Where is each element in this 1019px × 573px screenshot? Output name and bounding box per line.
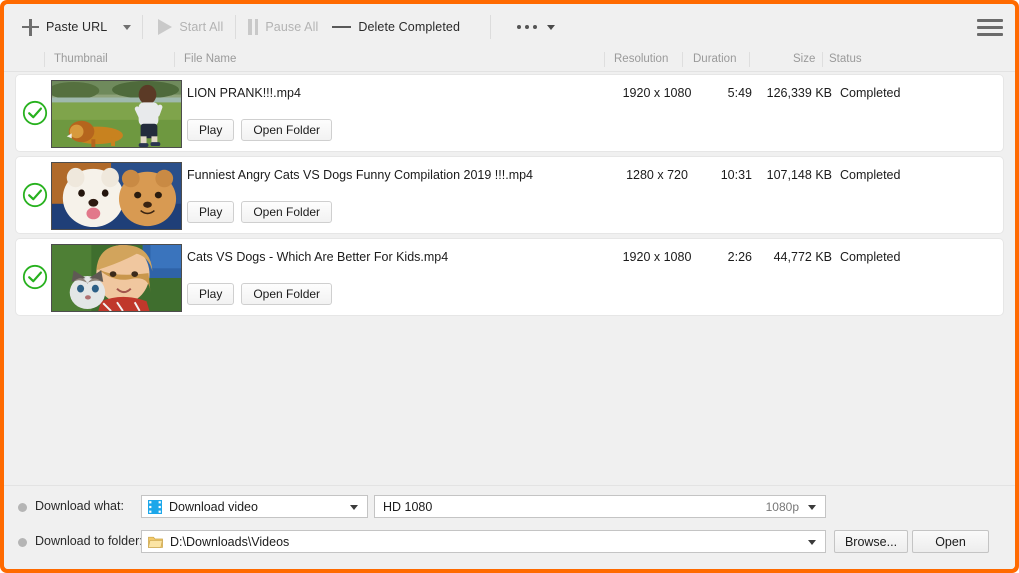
row-action-buttons: Play Open Folder [187,119,333,141]
completed-check-icon[interactable] [22,264,48,290]
browse-button[interactable]: Browse... [834,530,908,553]
video-thumbnail[interactable] [51,80,182,148]
pause-all-label: Pause All [265,20,319,34]
application-window: Paste URL Start All Pause All Delete Com… [0,0,1019,573]
file-name-text: Funniest Angry Cats VS Dogs Funny Compil… [187,168,534,182]
column-divider[interactable] [822,52,823,67]
download-settings-panel: Download what: Download video HD 1080 10… [4,485,1015,569]
list-column-header: Thumbnail File Name Resolution Duration … [4,50,1015,72]
download-folder-input[interactable]: D:\Downloads\Videos [141,530,826,553]
column-divider[interactable] [682,52,683,67]
column-divider[interactable] [749,52,750,67]
size-value: 44,772 KB [773,250,832,264]
open-folder-button[interactable]: Open Folder [241,201,333,223]
resolution-value: 1920 x 1080 [622,250,692,264]
column-divider[interactable] [604,52,605,67]
duration-value: 2:26 [727,250,752,264]
download-to-folder-label: Download to folder: [35,534,143,548]
status-value: Completed [840,168,901,182]
download-folder-value: D:\Downloads\Videos [170,534,290,549]
paste-url-button[interactable]: Paste URL [18,12,111,42]
play-button[interactable]: Play [187,201,235,223]
toolbar-divider [235,15,237,39]
file-name-text: LION PRANK!!!.mp4 [187,86,301,100]
download-list[interactable]: LION PRANK!!!.mp4 Play Open Folder 1920 … [4,72,1015,485]
start-all-label: Start All [179,20,224,34]
column-header-file-name[interactable]: File Name [184,53,236,65]
column-header-resolution[interactable]: Resolution [614,53,668,65]
duration-value: 10:31 [720,168,752,182]
more-options-button[interactable] [513,12,559,42]
column-divider[interactable] [44,52,45,67]
column-header-status[interactable]: Status [829,53,862,65]
delete-completed-button[interactable]: Delete Completed [328,12,464,42]
hamburger-icon-bar [977,25,1003,29]
plus-icon [22,18,39,36]
download-what-label: Download what: [35,499,124,513]
toolbar-divider [490,15,492,39]
open-button[interactable]: Open [912,530,989,553]
folder-icon [148,535,163,548]
column-header-duration[interactable]: Duration [693,53,736,65]
video-thumbnail[interactable] [51,244,182,312]
column-header-size[interactable]: Size [793,53,815,65]
chevron-down-icon[interactable] [350,504,358,510]
duration-value: 5:49 [727,86,752,100]
film-strip-icon [148,499,162,514]
column-header-thumbnail[interactable]: Thumbnail [54,53,108,65]
paste-url-dropdown-caret-icon[interactable] [123,24,132,30]
open-folder-button[interactable]: Open Folder [241,119,333,141]
resolution-value: 1920 x 1080 [622,86,692,100]
chevron-down-icon[interactable] [808,504,816,510]
table-row[interactable]: Cats VS Dogs - Which Are Better For Kids… [15,238,1004,316]
size-value: 107,148 KB [766,168,832,182]
toolbar-divider [142,15,144,39]
quality-select[interactable]: HD 1080 1080p [374,495,826,518]
play-button[interactable]: Play [187,119,235,141]
hamburger-icon-bar [977,18,1003,22]
table-row[interactable]: LION PRANK!!!.mp4 Play Open Folder 1920 … [15,74,1004,152]
play-icon [158,19,173,35]
pause-icon [248,19,259,35]
start-all-button[interactable]: Start All [154,12,227,42]
toolbar: Paste URL Start All Pause All Delete Com… [4,4,1015,50]
open-folder-button[interactable]: Open Folder [241,283,333,305]
video-thumbnail[interactable] [51,162,182,230]
table-row[interactable]: Funniest Angry Cats VS Dogs Funny Compil… [15,156,1004,234]
download-type-value: Download video [169,499,258,514]
play-button[interactable]: Play [187,283,235,305]
quality-tag: 1080p [765,499,799,514]
main-menu-button[interactable] [977,15,1003,39]
more-options-caret-icon[interactable] [547,24,556,30]
status-value: Completed [840,86,901,100]
status-value: Completed [840,250,901,264]
size-value: 126,339 KB [766,86,832,100]
download-folder-bullet-icon [18,538,27,547]
file-name-text: Cats VS Dogs - Which Are Better For Kids… [187,250,449,264]
column-divider[interactable] [174,52,175,67]
hamburger-icon-bar [977,32,1003,36]
pause-all-button[interactable]: Pause All [244,12,322,42]
paste-url-label: Paste URL [46,20,108,34]
download-type-select[interactable]: Download video [141,495,368,518]
quality-value: HD 1080 [383,499,433,514]
completed-check-icon[interactable] [22,100,48,126]
minus-icon [332,25,352,29]
row-action-buttons: Play Open Folder [187,283,333,305]
chevron-down-icon[interactable] [808,539,816,545]
window-content: Paste URL Start All Pause All Delete Com… [4,4,1015,569]
ellipsis-icon [517,25,538,29]
download-what-bullet-icon [18,503,27,512]
delete-completed-label: Delete Completed [358,20,461,34]
completed-check-icon[interactable] [22,182,48,208]
resolution-value: 1280 x 720 [626,168,688,182]
row-action-buttons: Play Open Folder [187,201,333,223]
